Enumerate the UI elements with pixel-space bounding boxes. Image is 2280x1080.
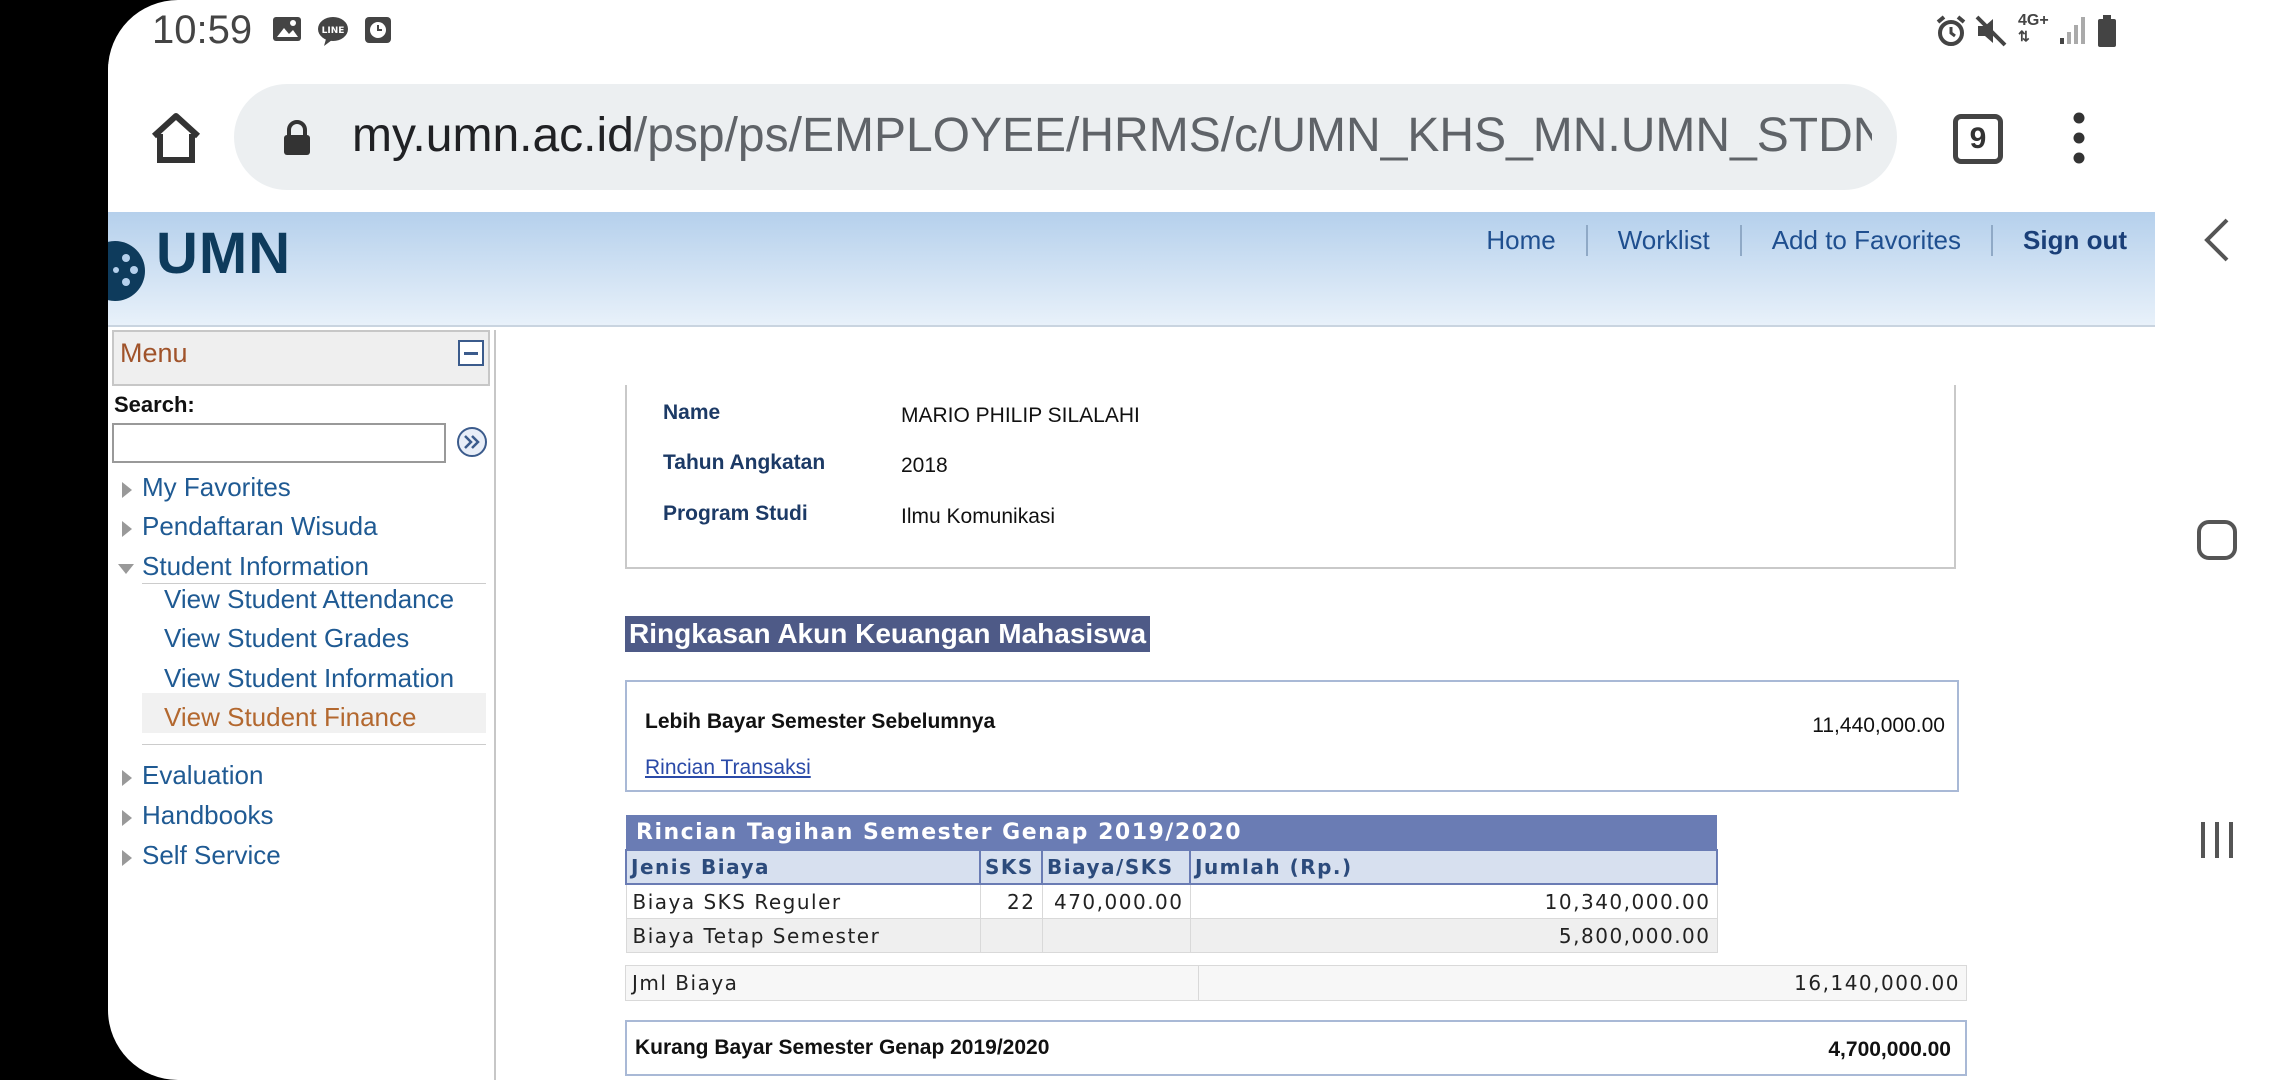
menu-item-handbooks[interactable]: Handbooks xyxy=(142,800,274,831)
total-amount: 16,140,000.00 xyxy=(1198,965,1967,1001)
url-path: /psp/ps/EMPLOYEE/HRMS/c/UMN_KHS_MN.UMN_S… xyxy=(633,109,1872,162)
column-header: Jenis Biaya xyxy=(625,849,981,885)
year-label: Tahun Angkatan xyxy=(663,451,826,474)
side-menu: Menu Search: My Favorites Pendaftaran Wi… xyxy=(112,330,496,1080)
svg-text:LINE: LINE xyxy=(322,26,345,36)
expand-arrow-icon[interactable] xyxy=(122,850,132,866)
sign-out-link[interactable]: Sign out xyxy=(1991,224,2127,256)
tab-switcher-button[interactable]: 9 xyxy=(1953,114,2003,164)
mute-icon xyxy=(1975,15,2007,47)
underpayment-box: Kurang Bayar Semester Genap 2019/2020 4,… xyxy=(625,1020,1967,1076)
menu-divider xyxy=(142,744,486,745)
column-header: Jumlah (Rp.) xyxy=(1189,849,1718,885)
expand-arrow-icon[interactable] xyxy=(122,770,132,786)
total-table: Jml Biaya 16,140,000.00 xyxy=(625,965,1967,1001)
student-info-box: Name MARIO PHILIP SILALAHI Tahun Angkata… xyxy=(625,385,1956,569)
overpayment-amount: 11,440,000.00 xyxy=(1812,714,1945,737)
home-nav-icon[interactable] xyxy=(2155,510,2280,570)
expand-arrow-icon[interactable] xyxy=(122,482,132,498)
sub-item-view-student-attendance[interactable]: View Student Attendance xyxy=(164,584,454,615)
sks-cell: 22 xyxy=(979,883,1043,919)
more-options-icon[interactable] xyxy=(2073,112,2085,164)
column-header: Biaya/SKS xyxy=(1041,849,1191,885)
collapse-icon[interactable] xyxy=(458,340,484,366)
fee-type-cell: Biaya Tetap Semester xyxy=(625,918,981,953)
url-host: my.umn.ac.id xyxy=(352,109,634,162)
menu-item-my-favorites[interactable]: My Favorites xyxy=(142,472,291,503)
clock-app-icon xyxy=(365,17,391,43)
recent-apps-icon[interactable] xyxy=(2155,810,2280,870)
section-title: Ringkasan Akun Keuangan Mahasiswa xyxy=(625,616,1151,652)
network-4g-icon: 4G+ ⇅ xyxy=(2018,12,2049,44)
total-label: Jml Biaya xyxy=(625,965,1199,1001)
table-row: Jml Biaya 16,140,000.00 xyxy=(625,965,1967,1001)
back-icon[interactable] xyxy=(2155,210,2280,270)
lock-icon xyxy=(284,120,310,155)
search-go-icon[interactable] xyxy=(456,426,488,458)
search-label: Search: xyxy=(114,392,195,417)
sub-item-view-student-finance[interactable]: View Student Finance xyxy=(164,702,416,733)
underpayment-amount: 4,700,000.00 xyxy=(1828,1038,1951,1061)
sks-cell xyxy=(979,918,1043,953)
fee-per-sks-cell: 470,000.00 xyxy=(1041,883,1191,919)
address-bar[interactable]: my.umn.ac.id/psp/ps/EMPLOYEE/HRMS/c/UMN_… xyxy=(234,84,1897,190)
url-text: my.umn.ac.id/psp/ps/EMPLOYEE/HRMS/c/UMN_… xyxy=(352,108,1872,163)
home-icon[interactable] xyxy=(146,108,206,168)
sub-item-view-student-information[interactable]: View Student Information xyxy=(164,663,454,694)
expand-arrow-icon[interactable] xyxy=(122,521,132,537)
add-to-favorites-link[interactable]: Add to Favorites xyxy=(1739,224,1991,256)
system-navigation-bar xyxy=(2155,0,2280,1080)
line-app-icon: LINE xyxy=(318,17,348,46)
worklist-link[interactable]: Worklist xyxy=(1585,224,1740,256)
expand-arrow-icon[interactable] xyxy=(122,810,132,826)
header-links: Home Worklist Add to Favorites Sign out xyxy=(1456,212,2127,268)
main-content: Name MARIO PHILIP SILALAHI Tahun Angkata… xyxy=(494,325,2155,1080)
signal-icon xyxy=(2060,17,2085,44)
name-label: Name xyxy=(663,401,721,424)
alarm-icon xyxy=(1936,15,1966,46)
collapse-arrow-icon[interactable] xyxy=(118,564,134,574)
home-link[interactable]: Home xyxy=(1456,225,1585,256)
amount-cell: 10,340,000.00 xyxy=(1189,883,1718,919)
sub-item-view-student-grades[interactable]: View Student Grades xyxy=(164,623,409,654)
network-label: 4G+ xyxy=(2018,12,2049,29)
status-clock: 10:59 xyxy=(152,8,253,52)
underpayment-label: Kurang Bayar Semester Genap 2019/2020 xyxy=(635,1036,1050,1059)
menu-item-self-service[interactable]: Self Service xyxy=(142,840,281,871)
menu-title: Menu xyxy=(120,338,188,368)
bill-table-caption: Rincian Tagihan Semester Genap 2019/2020 xyxy=(626,815,1717,850)
program-value: Ilmu Komunikasi xyxy=(901,505,1056,528)
logo-text: UMN xyxy=(156,221,292,286)
overpayment-label: Lebih Bayar Semester Sebelumnya xyxy=(645,710,996,733)
transaction-details-link[interactable]: Rincian Transaksi xyxy=(645,756,811,780)
browser-toolbar: my.umn.ac.id/psp/ps/EMPLOYEE/HRMS/c/UMN_… xyxy=(108,64,2155,212)
app-header: UMN Home Worklist Add to Favorites Sign … xyxy=(108,212,2155,327)
table-row: Biaya SKS Reguler 22 470,000.00 10,340,0… xyxy=(625,883,1718,919)
gallery-icon xyxy=(273,17,301,41)
table-row: Biaya Tetap Semester 5,800,000.00 xyxy=(625,918,1718,953)
overpayment-box: Lebih Bayar Semester Sebelumnya 11,440,0… xyxy=(625,680,1959,792)
fee-type-cell: Biaya SKS Reguler xyxy=(625,883,981,919)
menu-item-evaluation[interactable]: Evaluation xyxy=(142,760,263,791)
bill-table: Rincian Tagihan Semester Genap 2019/2020… xyxy=(625,815,1718,953)
fee-per-sks-cell xyxy=(1041,918,1191,953)
battery-icon xyxy=(2098,15,2116,47)
amount-cell: 5,800,000.00 xyxy=(1189,918,1718,953)
menu-header: Menu xyxy=(112,330,490,386)
umn-logo-icon xyxy=(108,241,145,301)
menu-item-student-information[interactable]: Student Information xyxy=(142,551,369,582)
menu-search-input[interactable] xyxy=(112,423,446,463)
name-value: MARIO PHILIP SILALAHI xyxy=(901,404,1140,427)
program-label: Program Studi xyxy=(663,502,808,525)
status-bar: 10:59 LINE 4G+ ⇅ xyxy=(108,0,2155,64)
column-header: SKS xyxy=(979,849,1043,885)
year-value: 2018 xyxy=(901,454,948,477)
phone-screen: 10:59 LINE 4G+ ⇅ my.umn.ac.id/psp/ps/EMP… xyxy=(108,0,2155,1080)
menu-item-pendaftaran-wisuda[interactable]: Pendaftaran Wisuda xyxy=(142,511,378,542)
